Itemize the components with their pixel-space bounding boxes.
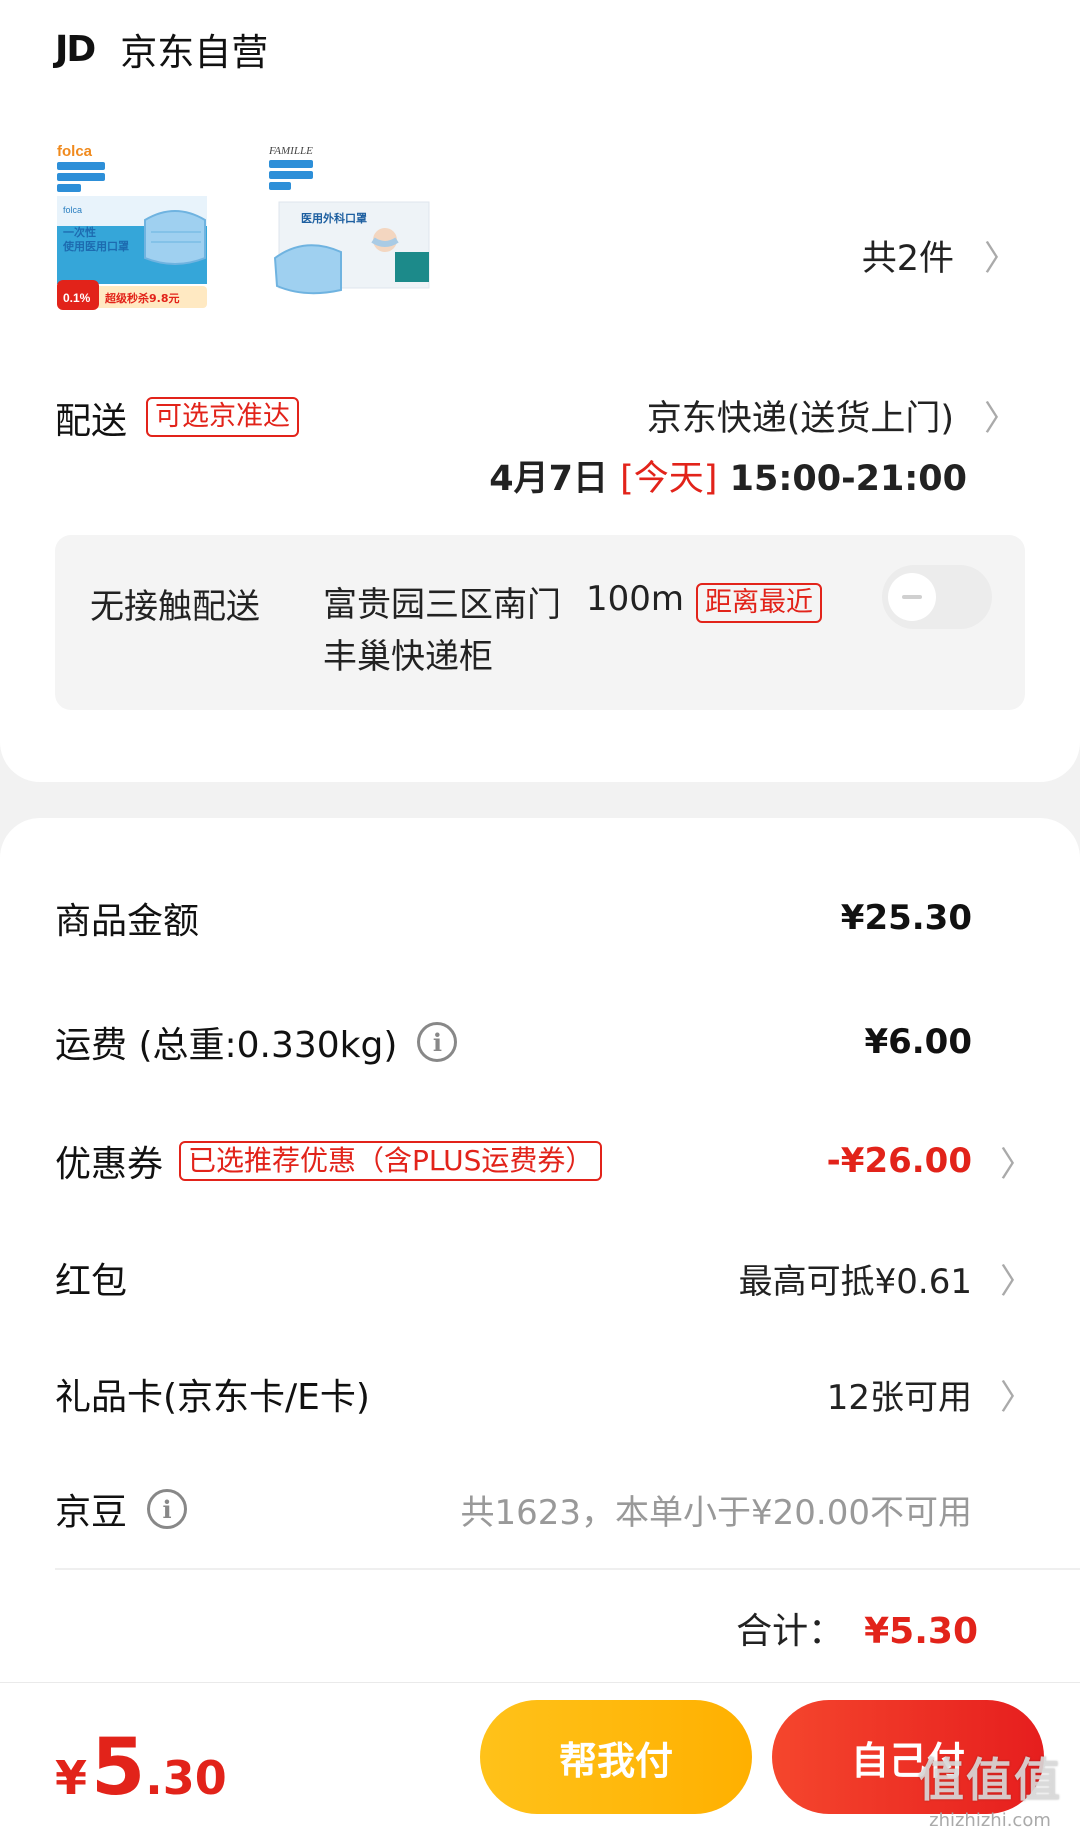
svg-text:超级秒杀9.8元: 超级秒杀9.8元	[104, 291, 180, 305]
divider	[55, 1568, 1080, 1570]
product-count-link[interactable]: 共2件 〉	[862, 230, 1018, 281]
locker-address: 富贵园三区南门丰巢快递柜	[323, 585, 561, 677]
total-label: 合计：	[736, 1611, 845, 1652]
total-value: ¥5.30	[864, 1611, 978, 1652]
delivery-method-link[interactable]: 京东快递(送货上门) 〉	[647, 390, 1018, 441]
delivery-method: 京东快递(送货上门)	[646, 399, 954, 439]
contactless-toggle[interactable]	[882, 565, 992, 629]
locker-distance: 100m	[586, 579, 685, 619]
final-price-currency: ¥	[55, 1751, 88, 1805]
gift-card-row[interactable]: 礼品卡(京东卡/E卡) 12张可用 〉	[55, 1364, 1034, 1424]
svg-text:使用医用口罩: 使用医用口罩	[62, 239, 129, 253]
goods-amount-value: ¥25.30	[840, 898, 972, 938]
watermark-url: zhizhizhi.com	[929, 1810, 1051, 1831]
final-price-integer: 5	[91, 1723, 146, 1813]
red-packet-label: 红包	[55, 1261, 128, 1302]
watermark-logo: 值值值	[918, 1753, 1062, 1807]
final-price-decimal: .30	[145, 1751, 227, 1805]
svg-text:folca: folca	[57, 143, 93, 160]
coupon-value: -¥26.00	[826, 1141, 972, 1181]
svg-text:0.1%: 0.1%	[63, 291, 91, 305]
gift-card-label: 礼品卡(京东卡/E卡)	[55, 1377, 370, 1418]
product-thumbnail-folca[interactable]: folca folca 一次性 使用医用口罩 0.1% 超级秒杀9.8元	[55, 140, 235, 320]
shipping-row: 运费 (总重:0.330kg) i ¥6.00 〉	[55, 1012, 1018, 1072]
order-info-card: JD 京东自营 folca folca 一次性 使用医用口罩 0.1% 超级秒杀…	[0, 0, 1080, 782]
site-watermark: 值值值 zhizhizhi.com	[918, 1744, 1062, 1831]
checkout-bar: ¥ 5 .30 帮我付 自己付 值值值 zhizhizhi.com	[0, 1682, 1080, 1847]
jd-logo: JD	[55, 28, 96, 70]
svg-text:FAMILLE: FAMILLE	[268, 145, 313, 157]
goods-amount-label: 商品金额	[55, 901, 200, 942]
final-price: ¥ 5 .30	[55, 1723, 227, 1813]
chevron-right-icon: 〉	[984, 399, 1018, 439]
nearest-tag: 距离最近	[696, 583, 822, 623]
red-packet-row[interactable]: 红包 最高可抵¥0.61 〉	[55, 1248, 1034, 1308]
jingdou-label: 京豆	[55, 1492, 128, 1533]
order-confirm-page: JD 京东自营 folca folca 一次性 使用医用口罩 0.1% 超级秒杀…	[0, 0, 1080, 1847]
info-icon[interactable]: i	[147, 1489, 188, 1529]
contactless-delivery-box: 无接触配送 富贵园三区南门丰巢快递柜 100m 距离最近	[55, 535, 1025, 710]
coupon-label: 优惠券	[55, 1144, 164, 1185]
contactless-label: 无接触配送	[90, 587, 260, 627]
shop-header: JD 京东自营	[55, 24, 269, 75]
chevron-right-icon: 〉	[984, 239, 1018, 279]
gift-card-value: 12张可用	[826, 1377, 972, 1418]
mask-box-image: folca folca 一次性 使用医用口罩 0.1% 超级秒杀9.8元	[55, 140, 235, 320]
info-icon[interactable]: i	[417, 1022, 458, 1062]
product-count: 共2件	[861, 239, 954, 279]
svg-text:folca: folca	[63, 205, 82, 215]
shipping-label: 运费 (总重:0.330kg)	[55, 1025, 398, 1066]
jingzhunda-tag: 可选京准达	[146, 397, 299, 437]
svg-text:一次性: 一次性	[63, 225, 96, 239]
chevron-right-icon: 〉	[1000, 1377, 1034, 1418]
svg-text:医用外科口罩: 医用外科口罩	[301, 211, 367, 225]
jingdou-row: 京豆 i 共1623，本单小于¥20.00不可用 〉	[55, 1479, 1018, 1539]
shipping-value: ¥6.00	[864, 1022, 972, 1062]
delivery-window: 15:00-21:00	[729, 459, 967, 499]
jingdou-value: 共1623，本单小于¥20.00不可用	[460, 1492, 973, 1533]
coupon-tag: 已选推荐优惠（含PLUS运费券）	[179, 1141, 603, 1181]
chevron-right-icon: 〉	[1000, 1144, 1034, 1185]
shop-name: 京东自营	[120, 31, 269, 74]
chevron-right-icon: 〉	[1000, 1261, 1034, 1302]
delivery-today: [今天]	[620, 459, 718, 499]
delivery-label: 配送	[55, 401, 128, 442]
toggle-knob	[888, 573, 936, 621]
coupon-row[interactable]: 优惠券 已选推荐优惠（含PLUS运费券） -¥26.00 〉	[55, 1131, 1034, 1191]
delivery-date: 4月7日	[489, 459, 608, 499]
goods-amount-row: 商品金额 ¥25.30 〉	[55, 888, 1018, 948]
delivery-time: 4月7日 [今天] 15:00-21:00	[489, 450, 967, 501]
product-thumbnail-famille[interactable]: FAMILLE 医用外科口罩	[265, 140, 445, 320]
surgical-mask-image: FAMILLE 医用外科口罩	[265, 140, 445, 320]
red-packet-value: 最高可抵¥0.61	[738, 1261, 972, 1302]
total-row: 合计： ¥5.30	[736, 1602, 978, 1654]
help-pay-button[interactable]: 帮我付	[480, 1700, 752, 1814]
